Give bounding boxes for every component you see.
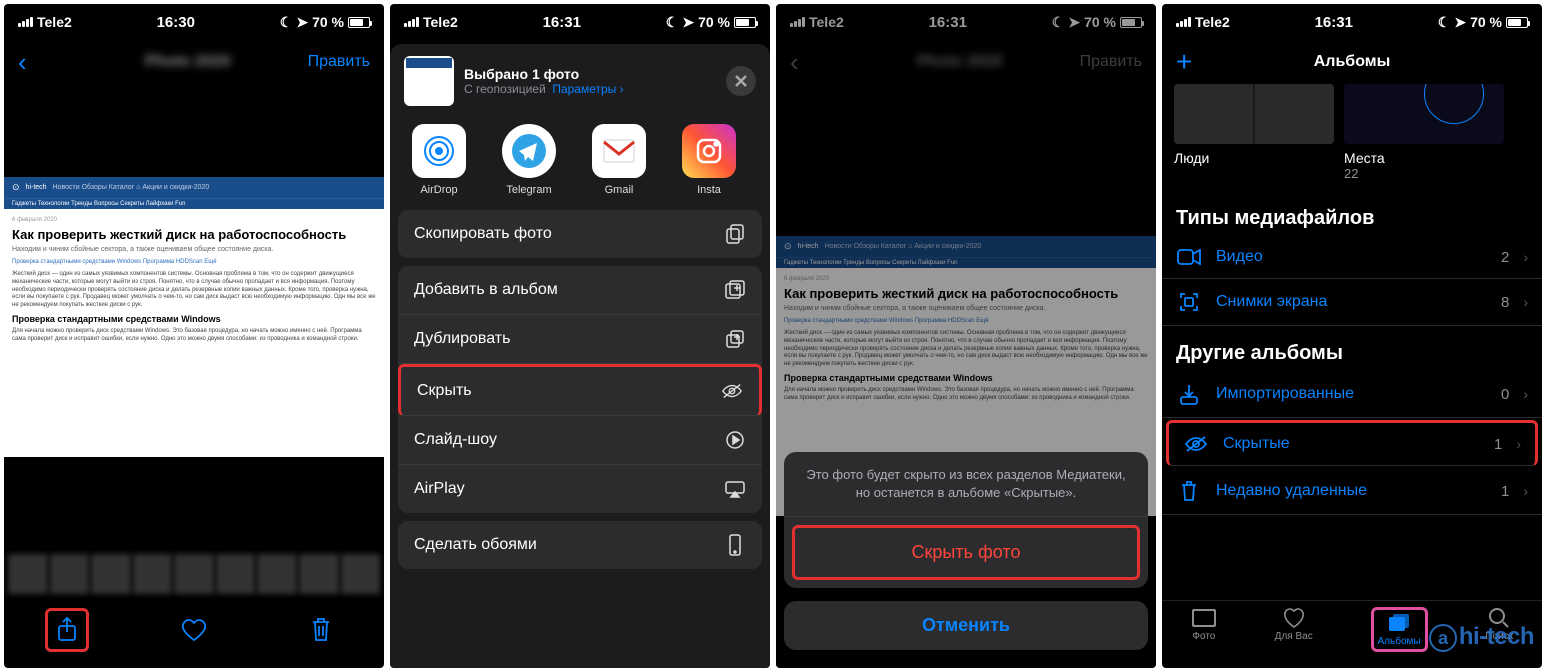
section-media-types: Типы медиафайлов <box>1162 191 1542 236</box>
tab-for-you[interactable]: Для Вас <box>1275 607 1313 652</box>
video-row[interactable]: Видео 2› <box>1162 236 1542 279</box>
people-album[interactable]: Люди <box>1174 84 1334 181</box>
duplicate-action[interactable]: Дублировать <box>398 315 762 364</box>
carrier: Tele2 <box>37 14 72 30</box>
video-icon <box>1176 249 1202 265</box>
airplay-icon <box>724 478 746 500</box>
screenshot-2: Tele2 16:31 ☾➤70 % Выбрано 1 фото С геоп… <box>390 4 770 668</box>
share-title: Выбрано 1 фото <box>464 66 624 82</box>
share-apps-row[interactable]: AirDrop Telegram Gmail Insta <box>398 118 762 210</box>
copy-icon <box>724 223 746 245</box>
hidden-row[interactable]: Скрытые 1› <box>1166 420 1538 466</box>
copy-photo-action[interactable]: Скопировать фото <box>398 210 762 258</box>
places-album[interactable]: Места 22 <box>1344 84 1504 181</box>
tab-photos[interactable]: Фото <box>1191 607 1217 652</box>
alert-message: Это фото будет скрыто из всех разделов М… <box>784 452 1148 517</box>
screenshot-4: Tele2 16:31 ☾➤70 % + Альбомы Люди Места … <box>1162 4 1542 668</box>
share-options-link[interactable]: Параметры › <box>552 82 623 96</box>
toolbar <box>4 598 384 668</box>
section-other-albums: Другие альбомы <box>1162 326 1542 371</box>
article-preview: ⊙hi-techНовости Обзоры Каталог ⌂ Акции и… <box>4 177 384 457</box>
back-button[interactable]: ‹ <box>18 47 27 77</box>
cancel-button[interactable]: Отменить <box>784 601 1148 650</box>
thumbnail-strip[interactable] <box>4 550 384 598</box>
trash-icon <box>1176 480 1202 502</box>
status-bar: Tele2 16:30 ☾➤70 % <box>4 4 384 40</box>
wallpaper-action[interactable]: Сделать обоями <box>398 521 762 569</box>
eye-slash-icon <box>1183 435 1209 453</box>
photo-viewer[interactable]: ⊙hi-techНовости Обзоры Каталог ⌂ Акции и… <box>4 84 384 550</box>
watermark: ahi-tech <box>1429 623 1534 653</box>
slideshow-action[interactable]: Слайд-шоу <box>398 416 762 465</box>
play-icon <box>724 429 746 451</box>
screenshot-icon <box>1176 291 1202 313</box>
instagram-app[interactable]: Insta <box>674 124 744 196</box>
hide-action[interactable]: Скрыть <box>398 364 762 416</box>
close-button[interactable] <box>726 66 756 96</box>
battery-pct: 70 % <box>312 14 344 30</box>
add-to-album-action[interactable]: Добавить в альбом <box>398 266 762 315</box>
status-bar: Tele2 16:31 ☾➤70 % <box>390 4 770 40</box>
favorite-button[interactable] <box>172 608 216 652</box>
gmail-app[interactable]: Gmail <box>584 124 654 196</box>
nav-bar: + Альбомы <box>1162 40 1542 84</box>
recently-deleted-row[interactable]: Недавно удаленные 1› <box>1162 468 1542 515</box>
share-subtitle: С геопозицией Параметры › <box>464 82 624 96</box>
albums-content[interactable]: Люди Места 22 Типы медиафайлов Видео 2› … <box>1162 84 1542 600</box>
duplicate-icon <box>724 328 746 350</box>
share-thumbnail <box>404 56 454 106</box>
screenshots-row[interactable]: Снимки экрана 8› <box>1162 279 1542 326</box>
photo-title-blurred: Photo 2020 <box>68 53 308 71</box>
status-bar: Tele2 16:31 ☾➤70 % <box>1162 4 1542 40</box>
delete-button[interactable] <box>299 608 343 652</box>
airdrop-app[interactable]: AirDrop <box>404 124 474 196</box>
page-title: Альбомы <box>1226 53 1478 71</box>
screenshot-3: Tele2 16:31 ☾➤70 % ‹ Photo 2020 Править … <box>776 4 1156 668</box>
time: 16:30 <box>157 14 195 31</box>
tab-albums[interactable]: Альбомы <box>1371 607 1428 652</box>
hide-photo-button[interactable]: Скрыть фото <box>792 525 1140 580</box>
album-plus-icon <box>724 279 746 301</box>
airplay-action[interactable]: AirPlay <box>398 465 762 513</box>
share-sheet: Выбрано 1 фото С геопозицией Параметры ›… <box>390 44 770 668</box>
share-button[interactable] <box>45 608 89 652</box>
eye-slash-icon <box>721 380 743 402</box>
download-icon <box>1176 383 1202 405</box>
phone-icon <box>724 534 746 556</box>
imported-row[interactable]: Импортированные 0› <box>1162 371 1542 418</box>
telegram-app[interactable]: Telegram <box>494 124 564 196</box>
nav-bar: ‹ Photo 2020 Править <box>4 40 384 84</box>
add-album-button[interactable]: + <box>1176 46 1192 77</box>
screenshot-1: Tele2 16:30 ☾➤70 % ‹ Photo 2020 Править … <box>4 4 384 668</box>
hide-alert: Это фото будет скрыто из всех разделов М… <box>784 452 1148 588</box>
edit-button[interactable]: Править <box>308 53 370 71</box>
